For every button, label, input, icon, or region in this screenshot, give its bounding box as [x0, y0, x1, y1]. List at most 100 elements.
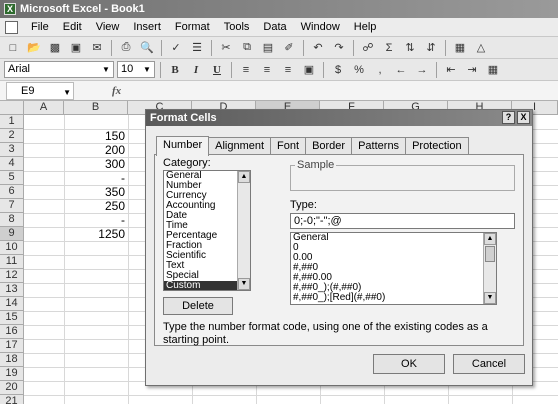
currency-button[interactable]: $	[329, 62, 347, 78]
cell-b8[interactable]: -	[64, 213, 128, 227]
delete-button[interactable]: Delete	[163, 297, 233, 315]
research-icon[interactable]: ☰	[188, 40, 206, 56]
scroll-down-icon[interactable]: ▼	[484, 292, 496, 304]
font-size-dropdown[interactable]: 10 ▼	[117, 61, 155, 78]
copy-icon[interactable]: ⧉	[238, 40, 256, 56]
format-painter-icon[interactable]: ✐	[280, 40, 298, 56]
tab-protection[interactable]: Protection	[405, 137, 469, 155]
fx-icon[interactable]: fx	[112, 85, 121, 97]
increase-indent-icon[interactable]: ⇥	[463, 62, 481, 78]
menu-window[interactable]: Window	[294, 21, 347, 33]
workbook-icon[interactable]	[5, 21, 18, 34]
borders-icon[interactable]: ▦	[484, 62, 502, 78]
type-input[interactable]: 0;-0;"-";@	[290, 213, 515, 229]
new-icon[interactable]: □	[4, 40, 22, 56]
menu-file[interactable]: File	[24, 21, 56, 33]
menu-tools[interactable]: Tools	[217, 21, 257, 33]
row-header-2[interactable]: 2	[0, 129, 24, 143]
row-header-1[interactable]: 1	[0, 115, 24, 129]
cell-b7[interactable]: 250	[64, 199, 128, 213]
chart-wizard-icon[interactable]: ▦	[451, 40, 469, 56]
row-header-17[interactable]: 17	[0, 339, 24, 353]
paste-icon[interactable]: ▤	[259, 40, 277, 56]
help-button[interactable]: ?	[502, 111, 515, 124]
type-scrollbar[interactable]: ▲ ▼	[483, 233, 496, 304]
undo-icon[interactable]: ↶	[309, 40, 327, 56]
print-icon[interactable]: ⎙	[117, 40, 135, 56]
category-list[interactable]: General Number Currency Accounting Date …	[163, 170, 251, 291]
cell-b6[interactable]: 350	[64, 185, 128, 199]
italic-icon[interactable]: I	[187, 62, 205, 78]
tab-font[interactable]: Font	[270, 137, 307, 155]
cell-b3[interactable]: 200	[64, 143, 128, 157]
cancel-button[interactable]: Cancel	[453, 354, 525, 374]
scroll-thumb[interactable]	[485, 246, 495, 262]
category-scrollbar[interactable]: ▲ ▼	[237, 171, 250, 290]
column-header-b[interactable]: B	[64, 101, 128, 115]
row-header-14[interactable]: 14	[0, 297, 24, 311]
type-item[interactable]: General	[291, 233, 496, 243]
excel-app-icon[interactable]: X	[4, 3, 16, 15]
row-header-18[interactable]: 18	[0, 353, 24, 367]
scroll-up-icon[interactable]: ▲	[484, 233, 496, 245]
align-right-icon[interactable]: ≡	[279, 62, 297, 78]
row-header-3[interactable]: 3	[0, 143, 24, 157]
drawing-icon[interactable]: △	[472, 40, 490, 56]
close-button[interactable]: X	[517, 111, 530, 124]
type-item[interactable]: #,##0_);[Red](#,##0)	[291, 293, 496, 303]
spelling-icon[interactable]: ✓	[167, 40, 185, 56]
open-icon[interactable]: 📂	[25, 40, 43, 56]
autosum-icon[interactable]: Σ	[380, 40, 398, 56]
row-header-20[interactable]: 20	[0, 381, 24, 395]
row-header-13[interactable]: 13	[0, 283, 24, 297]
row-header-5[interactable]: 5	[0, 171, 24, 185]
cut-icon[interactable]: ✂	[217, 40, 235, 56]
menu-edit[interactable]: Edit	[56, 21, 89, 33]
align-left-icon[interactable]: ≡	[237, 62, 255, 78]
chevron-down-icon[interactable]: ▼	[63, 85, 71, 101]
bold-icon[interactable]: B	[166, 62, 184, 78]
permission-icon[interactable]: ▣	[67, 40, 85, 56]
type-item[interactable]: 0.00	[291, 253, 496, 263]
scroll-up-icon[interactable]: ▲	[238, 171, 250, 183]
tab-border[interactable]: Border	[305, 137, 353, 155]
email-icon[interactable]: ✉	[88, 40, 106, 56]
row-header-15[interactable]: 15	[0, 311, 24, 325]
save-icon[interactable]: ▩	[46, 40, 64, 56]
row-header-21[interactable]: 21	[0, 395, 24, 404]
menu-help[interactable]: Help	[347, 21, 384, 33]
redo-icon[interactable]: ↷	[330, 40, 348, 56]
tab-number[interactable]: Number	[156, 136, 210, 156]
underline-icon[interactable]: U	[208, 62, 226, 78]
tab-patterns[interactable]: Patterns	[351, 137, 407, 155]
ok-button[interactable]: OK	[373, 354, 445, 374]
row-header-7[interactable]: 7	[0, 199, 24, 213]
tab-alignment[interactable]: Alignment	[208, 137, 272, 155]
type-item[interactable]: 0	[291, 243, 496, 253]
row-header-19[interactable]: 19	[0, 367, 24, 381]
hyperlink-icon[interactable]: ☍	[359, 40, 377, 56]
row-header-9[interactable]: 9	[0, 227, 24, 241]
sort-ascending-icon[interactable]: ⇅	[401, 40, 419, 56]
cell-b2[interactable]: 150	[64, 129, 128, 143]
row-header-6[interactable]: 6	[0, 185, 24, 199]
increase-decimal-icon[interactable]: ←	[392, 62, 410, 78]
menu-format[interactable]: Format	[168, 21, 217, 33]
decrease-indent-icon[interactable]: ⇤	[442, 62, 460, 78]
percent-button[interactable]: %	[350, 62, 368, 78]
row-header-12[interactable]: 12	[0, 269, 24, 283]
cell-b4[interactable]: 300	[64, 157, 128, 171]
menu-insert[interactable]: Insert	[126, 21, 168, 33]
menu-view[interactable]: View	[89, 21, 127, 33]
print-preview-icon[interactable]: 🔍	[138, 40, 156, 56]
sort-descending-icon[interactable]: ⇵	[422, 40, 440, 56]
scroll-down-icon[interactable]: ▼	[238, 278, 250, 290]
row-header-10[interactable]: 10	[0, 241, 24, 255]
font-name-dropdown[interactable]: Arial ▼	[4, 61, 114, 78]
column-header-a[interactable]: A	[24, 101, 64, 115]
cell-b9[interactable]: 1250	[64, 227, 128, 241]
select-all-corner[interactable]	[0, 101, 24, 115]
chevron-down-icon[interactable]: ▼	[141, 63, 153, 76]
menu-data[interactable]: Data	[256, 21, 293, 33]
align-center-icon[interactable]: ≡	[258, 62, 276, 78]
